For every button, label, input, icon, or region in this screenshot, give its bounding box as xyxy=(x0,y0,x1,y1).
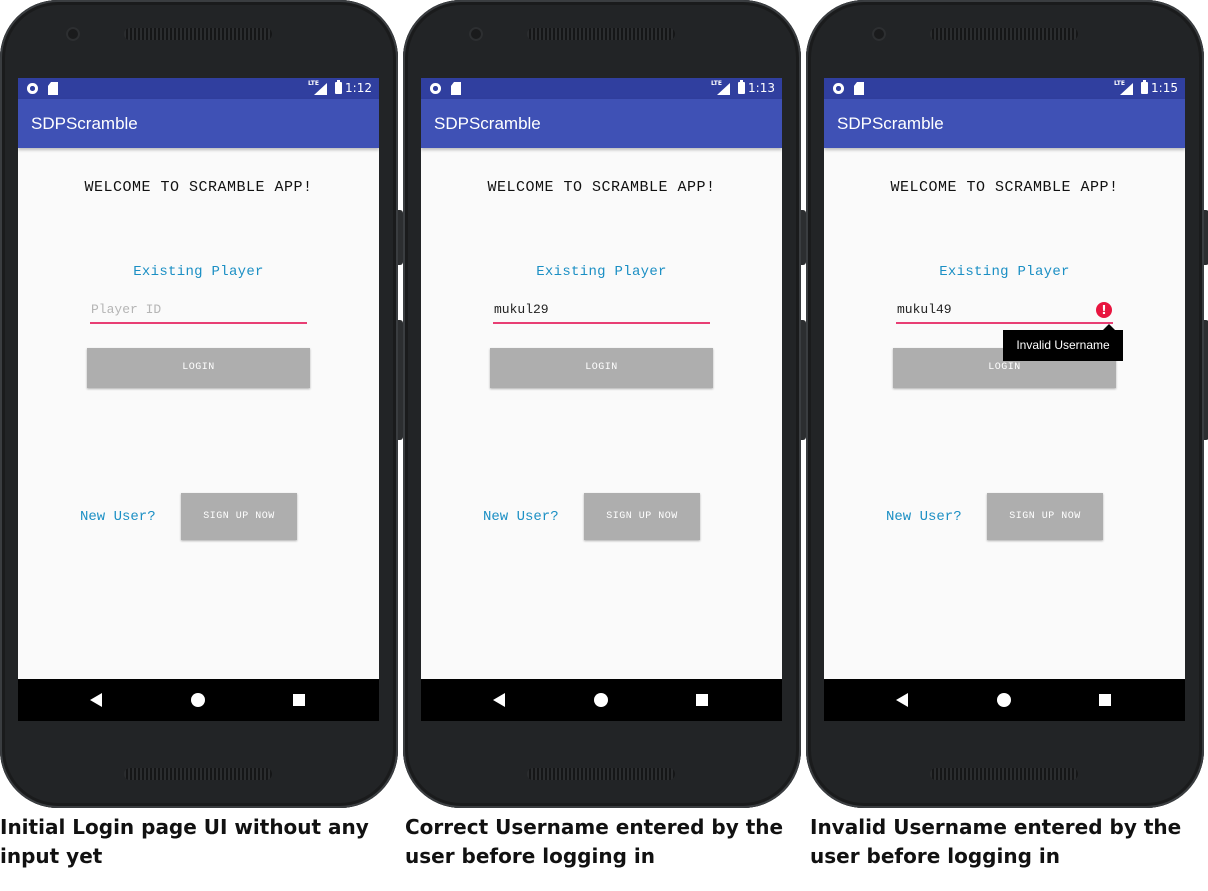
sign-up-button[interactable]: SIGN UP NOW xyxy=(584,493,700,540)
new-user-label: New User? xyxy=(80,509,156,525)
sd-card-icon xyxy=(854,82,864,95)
new-user-label: New User? xyxy=(886,509,962,525)
signal-icon xyxy=(717,83,730,95)
top-speaker-grille xyxy=(124,28,272,40)
welcome-heading: WELCOME TO SCRAMBLE APP! xyxy=(890,179,1119,196)
bottom-speaker-grille xyxy=(124,768,272,780)
front-camera xyxy=(872,27,886,41)
caption-invalid: Invalid Username entered by the user bef… xyxy=(810,815,1182,868)
login-button[interactable]: LOGIN xyxy=(490,348,713,388)
navigation-bar xyxy=(18,679,379,721)
front-camera xyxy=(469,27,483,41)
status-bar: LTE 1:15 xyxy=(824,78,1185,99)
status-bar: LTE 1:12 xyxy=(18,78,379,99)
battery-icon xyxy=(335,80,342,94)
app-title: SDPScramble xyxy=(837,114,944,133)
app-bar: SDPScramble xyxy=(824,99,1185,148)
navigation-bar xyxy=(421,679,782,721)
welcome-heading: WELCOME TO SCRAMBLE APP! xyxy=(487,179,716,196)
player-id-input[interactable]: mukul49 xyxy=(896,300,1113,324)
phone-2: LTE 1:13 SDPScramble WELCOME TO SCRAMBLE… xyxy=(403,0,806,808)
sd-card-icon xyxy=(451,82,461,95)
existing-player-label: Existing Player xyxy=(133,264,264,280)
player-id-input[interactable]: Player ID xyxy=(90,300,307,324)
phone-3: LTE 1:15 SDPScramble WELCOME TO SCRAMBLE… xyxy=(806,0,1208,808)
sign-up-button[interactable]: SIGN UP NOW xyxy=(987,493,1103,540)
back-icon[interactable] xyxy=(90,693,102,707)
top-speaker-grille xyxy=(930,28,1078,40)
recent-apps-icon[interactable] xyxy=(1099,694,1111,706)
login-button[interactable]: LOGIN xyxy=(87,348,310,388)
sd-card-icon xyxy=(48,82,58,95)
status-bar: LTE 1:13 xyxy=(421,78,782,99)
player-id-value: mukul29 xyxy=(494,302,549,317)
error-icon[interactable]: ! xyxy=(1096,302,1112,318)
back-icon[interactable] xyxy=(896,693,908,707)
welcome-heading: WELCOME TO SCRAMBLE APP! xyxy=(84,179,313,196)
back-icon[interactable] xyxy=(493,693,505,707)
existing-player-label: Existing Player xyxy=(939,264,1070,280)
home-icon[interactable] xyxy=(997,693,1011,707)
screen: LTE 1:13 SDPScramble WELCOME TO SCRAMBLE… xyxy=(421,78,782,721)
screen: LTE 1:12 SDPScramble WELCOME TO SCRAMBLE… xyxy=(18,78,379,721)
recent-apps-icon[interactable] xyxy=(696,694,708,706)
existing-player-label: Existing Player xyxy=(536,264,667,280)
status-time: 1:15 xyxy=(1151,81,1178,95)
player-id-placeholder: Player ID xyxy=(91,302,162,317)
front-camera xyxy=(66,27,80,41)
battery-icon xyxy=(1141,80,1148,94)
screen: LTE 1:15 SDPScramble WELCOME TO SCRAMBLE… xyxy=(824,78,1185,721)
sign-up-button[interactable]: SIGN UP NOW xyxy=(181,493,297,540)
notification-icon xyxy=(27,83,38,94)
caption-correct: Correct Username entered by the user bef… xyxy=(405,815,784,868)
player-id-input[interactable]: mukul29 xyxy=(493,300,710,324)
home-icon[interactable] xyxy=(191,693,205,707)
caption-initial: Initial Login page UI without any input … xyxy=(0,815,369,868)
notification-icon xyxy=(833,83,844,94)
signal-icon xyxy=(314,83,327,95)
bottom-speaker-grille xyxy=(527,768,675,780)
signal-icon xyxy=(1120,83,1133,95)
app-bar: SDPScramble xyxy=(18,99,379,148)
top-speaker-grille xyxy=(527,28,675,40)
player-id-value: mukul49 xyxy=(897,302,952,317)
battery-icon xyxy=(738,80,745,94)
power-button xyxy=(1204,210,1208,265)
app-title: SDPScramble xyxy=(31,114,138,133)
navigation-bar xyxy=(824,679,1185,721)
status-time: 1:13 xyxy=(748,81,775,95)
app-bar: SDPScramble xyxy=(421,99,782,148)
new-user-label: New User? xyxy=(483,509,559,525)
notification-icon xyxy=(430,83,441,94)
bottom-speaker-grille xyxy=(930,768,1078,780)
volume-button xyxy=(1204,320,1208,440)
app-title: SDPScramble xyxy=(434,114,541,133)
phone-1: LTE 1:12 SDPScramble WELCOME TO SCRAMBLE… xyxy=(0,0,403,808)
home-icon[interactable] xyxy=(594,693,608,707)
recent-apps-icon[interactable] xyxy=(293,694,305,706)
error-tooltip: Invalid Username xyxy=(1003,324,1123,361)
status-time: 1:12 xyxy=(345,81,372,95)
